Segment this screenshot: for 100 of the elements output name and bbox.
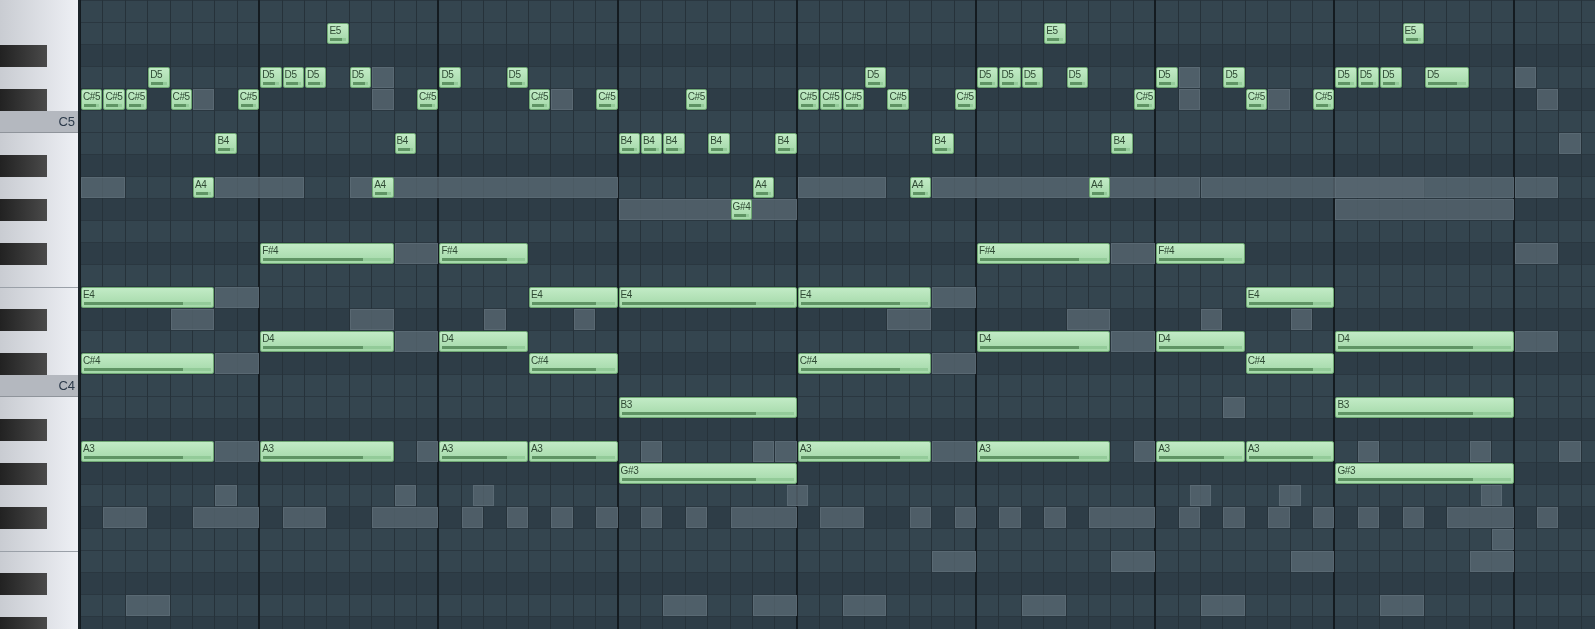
sharp-key[interactable] bbox=[0, 243, 47, 265]
note-block[interactable]: E5 bbox=[1044, 23, 1066, 44]
sharp-key[interactable] bbox=[0, 419, 47, 441]
note-block[interactable]: A3 bbox=[797, 441, 932, 462]
note-block[interactable]: D5 bbox=[282, 67, 304, 88]
note-block[interactable]: D5 bbox=[349, 67, 372, 88]
note-block[interactable]: D5 bbox=[439, 67, 461, 88]
note-block[interactable]: E4 bbox=[1245, 287, 1335, 308]
note-block[interactable]: A3 bbox=[260, 441, 394, 462]
note-block[interactable]: C#5 bbox=[797, 89, 820, 110]
note-block[interactable]: D4 bbox=[260, 331, 394, 352]
ghost-note bbox=[753, 441, 775, 462]
note-block[interactable]: B4 bbox=[394, 133, 416, 154]
note-block[interactable]: C#5 bbox=[103, 89, 125, 110]
note-block[interactable]: A4 bbox=[1089, 177, 1111, 198]
note-block[interactable]: C#5 bbox=[685, 89, 708, 110]
note-block[interactable]: C#5 bbox=[529, 89, 551, 110]
note-block[interactable]: C#5 bbox=[81, 89, 103, 110]
note-block[interactable]: B4 bbox=[932, 133, 954, 154]
note-block[interactable]: B4 bbox=[1111, 133, 1133, 154]
note-block[interactable]: B3 bbox=[618, 397, 797, 418]
sharp-key[interactable] bbox=[0, 89, 47, 111]
note-block[interactable]: C#4 bbox=[797, 353, 932, 374]
note-block[interactable]: A4 bbox=[909, 177, 932, 198]
note-block[interactable]: B4 bbox=[618, 133, 640, 154]
note-block[interactable]: A3 bbox=[977, 441, 1111, 462]
note-block[interactable]: D4 bbox=[1335, 331, 1514, 352]
note-block[interactable]: B4 bbox=[663, 133, 685, 154]
sharp-key[interactable] bbox=[0, 45, 47, 67]
c-key[interactable]: C5 bbox=[0, 111, 78, 133]
note-block[interactable]: A3 bbox=[1245, 441, 1335, 462]
note-block[interactable]: E4 bbox=[81, 287, 215, 308]
note-grid[interactable] bbox=[80, 0, 1595, 629]
note-block[interactable]: D5 bbox=[1335, 67, 1357, 88]
note-block[interactable]: B4 bbox=[775, 133, 797, 154]
note-block[interactable]: C#4 bbox=[81, 353, 215, 374]
note-block[interactable]: F#4 bbox=[977, 243, 1111, 264]
note-block[interactable]: C#5 bbox=[1133, 89, 1156, 110]
note-block[interactable]: E4 bbox=[618, 287, 797, 308]
note-block[interactable]: D5 bbox=[999, 67, 1021, 88]
note-block[interactable]: E4 bbox=[529, 287, 618, 308]
sharp-key[interactable] bbox=[0, 463, 47, 485]
note-block[interactable]: C#5 bbox=[887, 89, 909, 110]
note-block[interactable]: D5 bbox=[1380, 67, 1402, 88]
sharp-key[interactable] bbox=[0, 507, 47, 529]
note-block[interactable]: E5 bbox=[327, 23, 349, 44]
sharp-key[interactable] bbox=[0, 155, 47, 177]
note-block[interactable]: A4 bbox=[753, 177, 775, 198]
note-block[interactable]: E5 bbox=[1402, 23, 1424, 44]
piano-keyboard[interactable]: C5 C4 bbox=[0, 0, 80, 629]
note-block[interactable]: D5 bbox=[1156, 67, 1178, 88]
c-key[interactable]: C4 bbox=[0, 375, 78, 397]
note-block[interactable]: C#4 bbox=[529, 353, 618, 374]
note-block[interactable]: C#5 bbox=[954, 89, 976, 110]
note-block[interactable]: D5 bbox=[865, 67, 887, 88]
note-block[interactable]: D5 bbox=[148, 67, 170, 88]
note-block[interactable]: C#5 bbox=[596, 89, 618, 110]
note-block[interactable]: C#4 bbox=[1245, 353, 1335, 374]
note-block[interactable]: B4 bbox=[641, 133, 663, 154]
note-block[interactable]: A3 bbox=[529, 441, 618, 462]
note-block[interactable]: D4 bbox=[1156, 331, 1245, 352]
note-block[interactable]: E4 bbox=[797, 287, 932, 308]
note-block[interactable]: C#5 bbox=[1245, 89, 1268, 110]
note-block[interactable]: F#4 bbox=[439, 243, 528, 264]
sharp-key[interactable] bbox=[0, 573, 47, 595]
note-block[interactable]: D5 bbox=[305, 67, 327, 88]
note-block[interactable]: F#4 bbox=[260, 243, 394, 264]
note-block[interactable]: G#4 bbox=[730, 199, 752, 220]
note-block[interactable]: B4 bbox=[215, 133, 237, 154]
sharp-key[interactable] bbox=[0, 309, 47, 331]
note-block[interactable]: C#5 bbox=[842, 89, 864, 110]
note-block[interactable]: C#5 bbox=[417, 89, 439, 110]
note-block[interactable]: A3 bbox=[81, 441, 215, 462]
sharp-key[interactable] bbox=[0, 353, 47, 375]
sharp-key[interactable] bbox=[0, 199, 47, 221]
note-block[interactable]: D4 bbox=[439, 331, 528, 352]
note-block[interactable]: D5 bbox=[260, 67, 282, 88]
note-block[interactable]: C#5 bbox=[125, 89, 148, 110]
note-label: A3 bbox=[83, 442, 95, 455]
note-block[interactable]: D4 bbox=[977, 331, 1111, 352]
note-block[interactable]: B3 bbox=[1335, 397, 1514, 418]
note-block[interactable]: F#4 bbox=[1156, 243, 1245, 264]
note-block[interactable]: A4 bbox=[193, 177, 215, 198]
note-block[interactable]: C#5 bbox=[170, 89, 192, 110]
note-block[interactable]: D5 bbox=[1066, 67, 1088, 88]
note-block[interactable]: A3 bbox=[439, 441, 528, 462]
note-block[interactable]: G#3 bbox=[1335, 463, 1514, 484]
note-block[interactable]: C#5 bbox=[1313, 89, 1335, 110]
note-block[interactable]: C#5 bbox=[820, 89, 842, 110]
note-block[interactable]: D5 bbox=[977, 67, 999, 88]
note-block[interactable]: G#3 bbox=[618, 463, 797, 484]
note-block[interactable]: B4 bbox=[708, 133, 730, 154]
note-block[interactable]: D5 bbox=[1425, 67, 1469, 88]
note-block[interactable]: C#5 bbox=[237, 89, 260, 110]
note-block[interactable]: A3 bbox=[1156, 441, 1245, 462]
note-block[interactable]: D5 bbox=[1357, 67, 1380, 88]
note-block[interactable]: D5 bbox=[1223, 67, 1245, 88]
note-block[interactable]: A4 bbox=[372, 177, 394, 198]
note-block[interactable]: D5 bbox=[506, 67, 528, 88]
note-block[interactable]: D5 bbox=[1021, 67, 1044, 88]
